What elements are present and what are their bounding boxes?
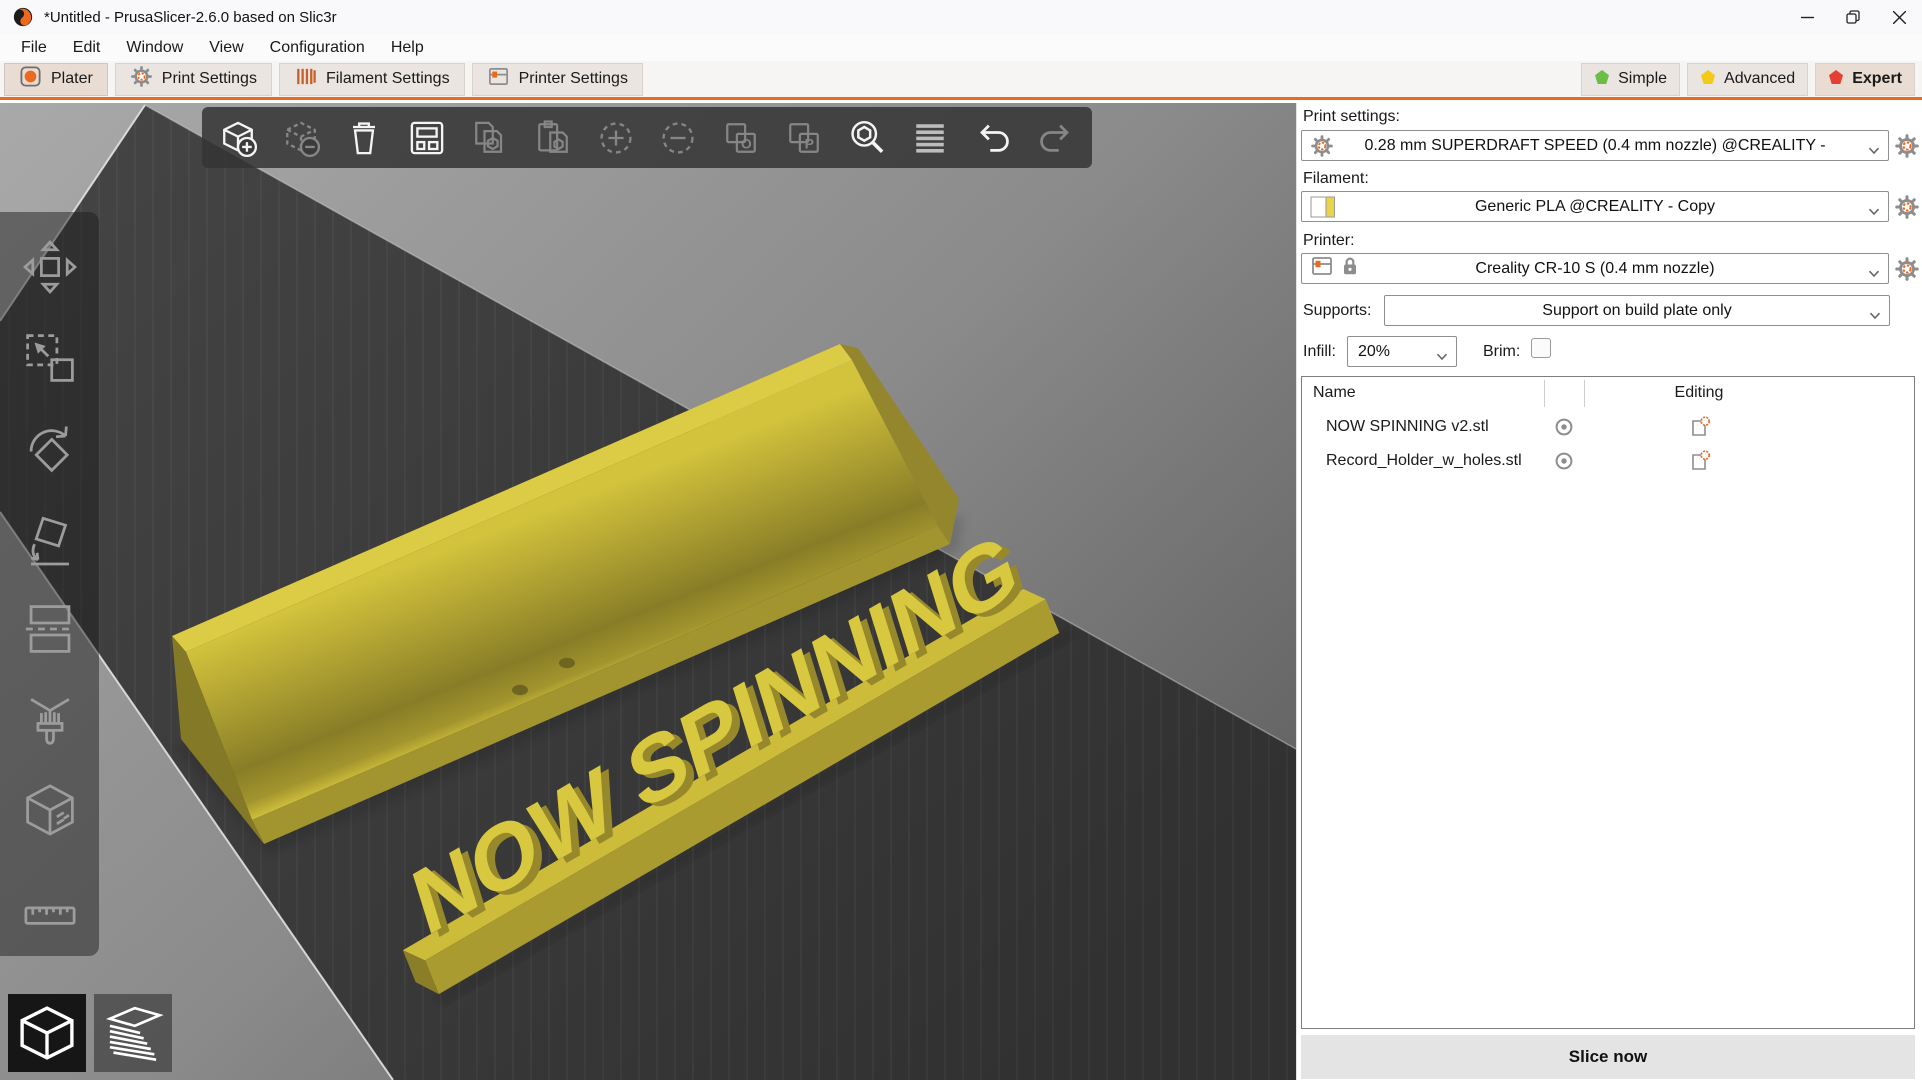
tab-printer-settings[interactable]: Printer Settings [472,63,643,96]
gear-icon [130,65,153,93]
plater-icon [19,65,42,93]
minimize-button[interactable] [1784,0,1830,34]
filament-gear-button[interactable] [1894,194,1920,220]
chevron-down-icon [1868,203,1880,221]
svg-text:O: O [741,136,752,151]
place-on-face-tool-button[interactable] [19,508,81,570]
menu-edit[interactable]: Edit [60,34,114,61]
menu-window[interactable]: Window [113,34,196,61]
seam-painting-tool-button[interactable] [19,779,81,841]
rotate-tool-button[interactable] [19,417,81,479]
pentagon-icon [1700,69,1716,90]
infill-select[interactable]: 20% [1347,336,1457,367]
object-list-header: Name Editing [1302,377,1914,410]
tab-plater[interactable]: Plater [4,63,108,96]
close-button[interactable] [1876,0,1922,34]
mode-advanced-button[interactable]: Advanced [1687,63,1808,96]
prusaslicer-logo-icon [12,6,34,28]
chevron-down-icon [1869,307,1881,325]
add-model-button[interactable] [214,114,262,162]
tab-print-settings[interactable]: Print Settings [115,63,272,96]
slice-now-button[interactable]: Slice now [1301,1035,1915,1079]
scale-tool-button[interactable] [19,327,81,389]
view-mode-buttons [8,994,172,1072]
menu-file[interactable]: File [8,34,60,61]
menu-help[interactable]: Help [378,34,437,61]
name-column-header: Name [1313,384,1356,402]
chevron-down-icon [1868,265,1880,283]
infill-label: Infill: [1303,343,1336,361]
print-settings-gear-button[interactable] [1894,133,1920,159]
split-to-objects-button[interactable]: O [717,114,765,162]
mode-simple-button[interactable]: Simple [1581,63,1680,96]
filament-color-swatch [1310,196,1336,218]
menu-bar: File Edit Window View Configuration Help [0,34,1922,61]
object-row-now-spinning[interactable]: NOW SPINNING v2.stl [1302,410,1914,444]
undo-button[interactable] [969,114,1017,162]
column-separator [1544,380,1545,407]
print-settings-label: Print settings: [1303,108,1400,126]
menu-view[interactable]: View [196,34,256,61]
add-instance-button[interactable] [592,114,640,162]
supports-label: Supports: [1303,302,1371,320]
viewport-3d[interactable]: NOW SPINNING NOW SPINNING [0,103,1296,1080]
left-toolbar [0,212,99,956]
gear-icon [1310,134,1334,158]
split-to-parts-button[interactable]: P [780,114,828,162]
column-separator [1584,380,1585,407]
printer-gear-button[interactable] [1894,256,1920,282]
scene-canvas[interactable]: NOW SPINNING NOW SPINNING [0,103,1296,1080]
filament-label: Filament: [1303,170,1369,188]
remove-instance-button[interactable] [654,114,702,162]
tab-filament-settings[interactable]: Filament Settings [279,63,465,96]
printer-icon [1310,254,1334,283]
lock-icon [1341,256,1359,281]
eye-icon[interactable] [1554,451,1574,471]
title-bar: *Untitled - PrusaSlicer-2.6.0 based on S… [0,0,1922,34]
arrange-button[interactable] [403,114,451,162]
mode-expert-button[interactable]: Expert [1815,63,1915,96]
printer-label: Printer: [1303,232,1355,250]
search-button[interactable] [843,114,891,162]
delete-model-button[interactable] [277,114,325,162]
editor-view-button[interactable] [8,994,86,1072]
delete-all-button[interactable] [340,114,388,162]
printer-select[interactable]: Creality CR-10 S (0.4 mm nozzle) [1301,253,1889,284]
printer-icon [487,65,510,93]
chevron-down-icon [1436,348,1448,366]
svg-text:P: P [805,136,814,151]
filament-icon [294,65,317,93]
paste-button[interactable] [529,114,577,162]
editing-column-header: Editing [1628,384,1770,402]
copy-button[interactable] [466,114,514,162]
tab-bar: Plater Print Settings Filament Settings … [0,61,1922,100]
measure-tool-button[interactable] [19,870,81,932]
pentagon-icon [1594,69,1610,90]
object-list: Name Editing NOW SPINNING v2.stl Record_… [1301,376,1915,1029]
brim-checkbox[interactable] [1531,338,1551,358]
pentagon-icon [1828,69,1844,90]
redo-button[interactable] [1032,114,1080,162]
supports-select[interactable]: Support on build plate only [1384,295,1890,326]
top-toolbar: O P [202,107,1092,168]
menu-configuration[interactable]: Configuration [257,34,378,61]
restore-button[interactable] [1830,0,1876,34]
brim-label: Brim: [1483,343,1520,361]
paint-supports-tool-button[interactable] [19,689,81,751]
eye-icon[interactable] [1554,417,1574,437]
chevron-down-icon [1868,142,1880,160]
move-tool-button[interactable] [19,236,81,298]
object-row-record-holder[interactable]: Record_Holder_w_holes.stl [1302,444,1914,478]
filament-select[interactable]: Generic PLA @CREALITY - Copy [1301,191,1889,222]
print-settings-select[interactable]: 0.28 mm SUPERDRAFT SPEED (0.4 mm nozzle)… [1301,130,1889,161]
preview-layers-view-button[interactable] [94,994,172,1072]
window-title: *Untitled - PrusaSlicer-2.6.0 based on S… [44,9,337,26]
edit-object-icon[interactable] [1689,416,1711,438]
settings-panel: Print settings: 0.28 mm SUPERDRAFT SPEED… [1296,103,1922,1080]
cut-tool-button[interactable] [19,598,81,660]
edit-object-icon[interactable] [1689,450,1711,472]
variable-layer-height-button[interactable] [906,114,954,162]
